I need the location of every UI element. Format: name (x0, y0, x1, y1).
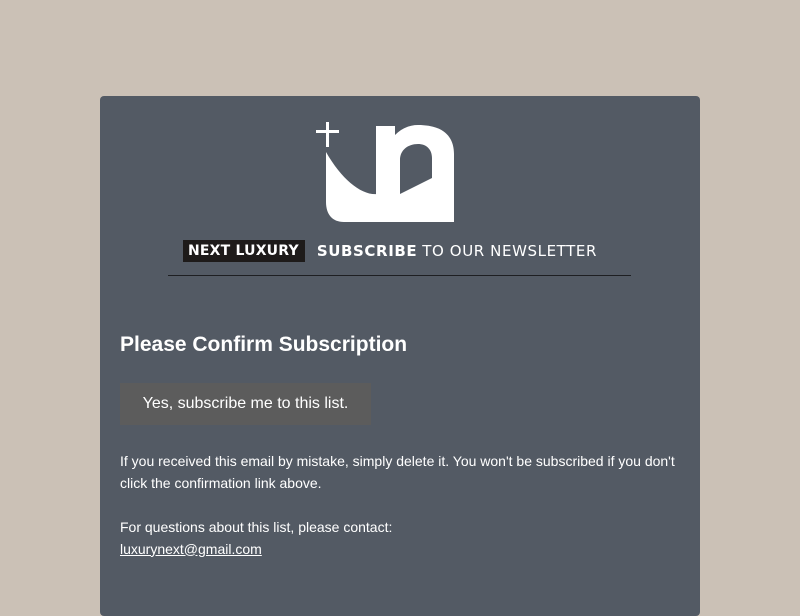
next-luxury-logo-icon (316, 122, 454, 222)
brand-badge: NEXT LUXURY (183, 240, 305, 262)
newsletter-tagline: SUBSCRIBE TO OUR NEWSLETTER (317, 242, 597, 260)
header-divider (168, 275, 631, 276)
contact-info: For questions about this list, please co… (120, 517, 690, 560)
mistake-notice: If you received this email by mistake, s… (120, 453, 675, 491)
brand-header: NEXT LUXURY SUBSCRIBE TO OUR NEWSLETTER (183, 240, 597, 262)
contact-email-link[interactable]: luxurynext@gmail.com (120, 541, 262, 557)
contact-label: For questions about this list, please co… (120, 519, 393, 535)
newsletter-card: NEXT LUXURY SUBSCRIBE TO OUR NEWSLETTER P… (100, 96, 700, 616)
tagline-light: TO OUR NEWSLETTER (422, 242, 598, 260)
tagline-strong: SUBSCRIBE (316, 242, 418, 260)
confirm-subscription-button[interactable]: Yes, subscribe me to this list. (120, 383, 371, 425)
page-title: Please Confirm Subscription (120, 333, 408, 356)
